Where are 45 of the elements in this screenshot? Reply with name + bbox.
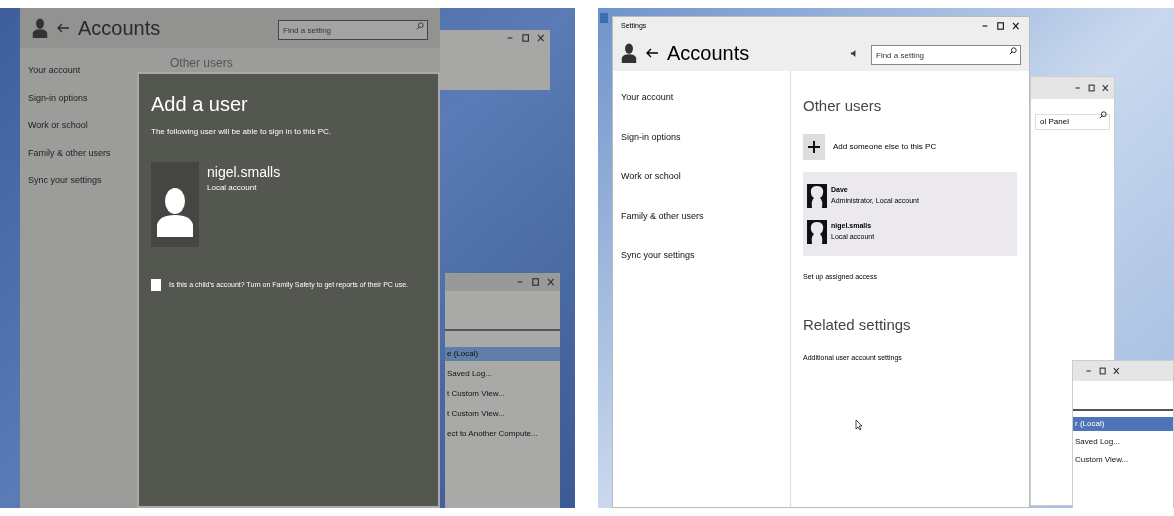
nav-item[interactable]: Your account bbox=[621, 91, 782, 105]
person-silhouette-icon bbox=[807, 219, 827, 244]
action-item[interactable]: t Custom View... bbox=[445, 407, 560, 421]
person-silhouette-icon bbox=[807, 183, 827, 208]
nav-item[interactable]: Sign-in options bbox=[621, 130, 782, 144]
add-user-button[interactable]: Add someone else to this PC bbox=[803, 133, 1017, 160]
plus-icon bbox=[803, 133, 825, 160]
dialog-title: Add a user bbox=[151, 92, 249, 117]
search-icon bbox=[1099, 111, 1107, 119]
window-controls-icon[interactable] bbox=[981, 22, 1021, 30]
section-title: Related settings bbox=[803, 315, 912, 335]
action-item[interactable]: ect to Another Compute... bbox=[445, 427, 560, 441]
action-item[interactable]: e (Local) bbox=[445, 347, 560, 361]
person-icon bbox=[621, 43, 637, 63]
section-title: Other users bbox=[170, 55, 233, 70]
search-field[interactable]: Find a setting bbox=[871, 45, 1021, 66]
mouse-cursor-icon bbox=[855, 419, 863, 431]
search-icon bbox=[1009, 46, 1017, 55]
action-item[interactable]: Saved Log... bbox=[1073, 435, 1173, 449]
checkbox[interactable] bbox=[151, 279, 161, 291]
action-item[interactable]: t Custom View... bbox=[445, 387, 560, 401]
nav-item[interactable]: Family & other users bbox=[621, 209, 782, 223]
back-arrow-icon[interactable] bbox=[645, 48, 659, 58]
nav-item[interactable]: Work or school bbox=[621, 170, 782, 184]
dialog-subtitle: The following user will be able to sign in to this PC. bbox=[151, 126, 333, 138]
action-item[interactable]: Saved Log... bbox=[445, 367, 560, 381]
header-title: Accounts bbox=[667, 41, 750, 66]
search-icon bbox=[416, 21, 424, 30]
user-name: nigel.smalls bbox=[207, 163, 281, 182]
nav-item[interactable]: Sync your settings bbox=[28, 174, 132, 188]
person-icon bbox=[32, 18, 48, 38]
window-controls-icon[interactable] bbox=[1085, 367, 1121, 375]
nav-item[interactable]: Sync your settings bbox=[621, 249, 782, 263]
action-item[interactable]: r (Local) bbox=[1073, 417, 1173, 431]
search-field[interactable]: Find a setting bbox=[278, 20, 428, 41]
nav-item[interactable]: Family & other users bbox=[28, 146, 132, 160]
search-field[interactable]: ol Panel bbox=[1035, 113, 1110, 130]
header-title: Accounts bbox=[78, 16, 161, 41]
window-controls-icon[interactable] bbox=[1074, 84, 1110, 92]
account-type: Local account bbox=[207, 182, 258, 194]
nav-item[interactable]: Your account bbox=[28, 64, 132, 78]
section-title: Other users bbox=[803, 96, 883, 116]
nav-item[interactable]: Sign-in options bbox=[28, 91, 132, 105]
nav-item[interactable]: Work or school bbox=[28, 119, 132, 133]
action-item[interactable]: Custom View... bbox=[1073, 453, 1173, 467]
